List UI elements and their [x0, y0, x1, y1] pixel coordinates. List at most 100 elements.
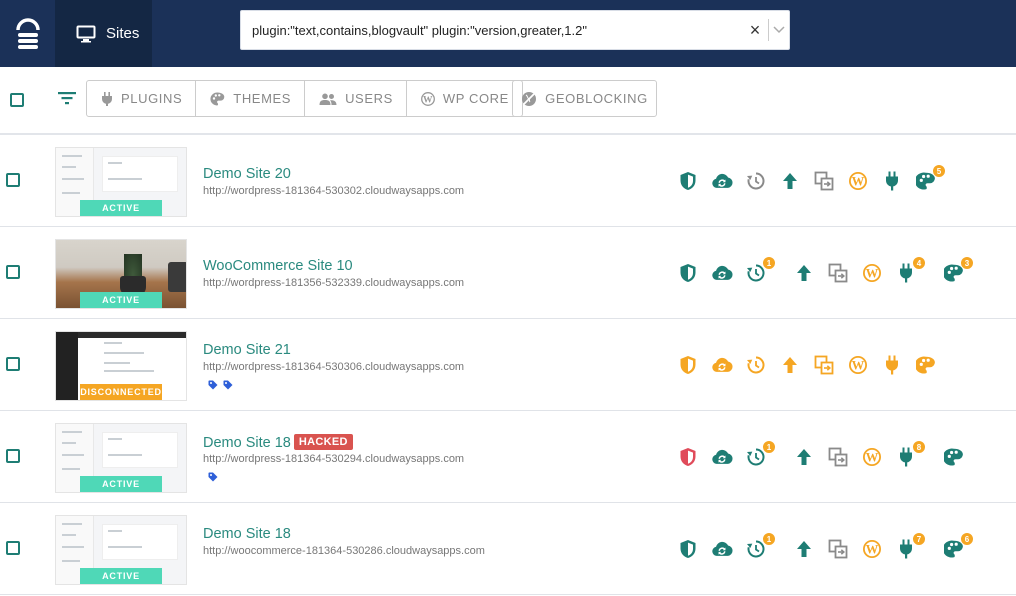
wp-core-filter-button[interactable]: W WP CORE [407, 81, 522, 116]
palette-icon[interactable]: 6 [943, 532, 974, 560]
cloud-sync-icon[interactable] [711, 446, 733, 468]
plug-icon[interactable] [881, 354, 903, 376]
globe-block-icon [522, 91, 537, 106]
site-row[interactable]: ACTIVE Demo Site 18 http://woocommerce-1… [0, 503, 1016, 595]
site-thumbnail[interactable]: DISCONNECTED [55, 331, 187, 401]
users-filter-button[interactable]: USERS [305, 81, 407, 116]
sites-tab[interactable]: Sites [55, 0, 152, 67]
geoblocking-button[interactable]: GEOBLOCKING [512, 80, 657, 117]
clock-icon[interactable] [745, 170, 767, 192]
site-title[interactable]: Demo Site 18 [203, 526, 291, 542]
select-all-checkbox[interactable] [10, 93, 24, 107]
shield-icon[interactable] [677, 354, 699, 376]
cloud-sync-icon[interactable] [711, 262, 733, 284]
arrow-up-icon[interactable] [779, 170, 801, 192]
site-name[interactable]: Demo Site 18 [203, 435, 291, 451]
filter-icon[interactable] [57, 90, 77, 106]
site-url[interactable]: http://wordpress-181364-530294.cloudways… [203, 453, 464, 465]
count-badge: 1 [762, 532, 776, 546]
staging-icon[interactable] [827, 262, 849, 284]
site-name[interactable]: WooCommerce Site 10 [203, 258, 353, 274]
site-row[interactable]: ACTIVE Demo Site 20 http://wordpress-181… [0, 135, 1016, 227]
palette-icon[interactable] [915, 354, 937, 376]
wordpress-icon[interactable]: W [847, 170, 869, 192]
arrow-up-icon[interactable] [793, 538, 815, 560]
tag-icon[interactable] [223, 380, 233, 390]
clock-icon[interactable]: 1 [745, 256, 776, 284]
palette-icon[interactable] [943, 446, 965, 468]
status-badge: ACTIVE [80, 568, 162, 584]
site-thumbnail[interactable]: ACTIVE [55, 239, 187, 309]
site-checkbox[interactable] [6, 449, 20, 463]
wordpress-icon[interactable]: W [847, 354, 869, 376]
site-checkbox[interactable] [6, 357, 20, 371]
site-checkbox[interactable] [6, 173, 20, 187]
palette-icon[interactable]: 3 [943, 256, 974, 284]
cloud-sync-icon[interactable] [711, 170, 733, 192]
count-badge: 7 [912, 532, 926, 546]
cloud-sync-icon[interactable] [711, 538, 733, 560]
site-thumbnail[interactable]: ACTIVE [55, 147, 187, 217]
search-bar[interactable]: plugin:"text,contains,blogvault" plugin:… [240, 10, 790, 50]
site-title[interactable]: Demo Site 20 [203, 166, 291, 182]
top-bar: Sites plugin:"text,contains,blogvault" p… [0, 0, 1016, 67]
svg-text:W: W [866, 266, 879, 280]
site-url[interactable]: http://wordpress-181364-530302.cloudways… [203, 185, 464, 197]
arrow-up-icon[interactable] [793, 446, 815, 468]
site-row[interactable]: ACTIVE Demo Site 18 HACKED http://wordpre… [0, 411, 1016, 503]
staging-icon[interactable] [827, 538, 849, 560]
svg-text:W: W [852, 174, 865, 188]
wordpress-icon[interactable]: W [861, 538, 883, 560]
count-badge: 5 [932, 164, 946, 178]
plugins-filter-button[interactable]: PLUGINS [87, 81, 197, 116]
search-input[interactable]: plugin:"text,contains,blogvault" plugin:… [241, 23, 742, 38]
app-logo[interactable] [0, 0, 55, 67]
site-checkbox[interactable] [6, 265, 20, 279]
clock-icon[interactable]: 1 [745, 440, 776, 468]
clock-icon[interactable] [745, 354, 767, 376]
wordpress-icon[interactable]: W [861, 446, 883, 468]
status-badge: ACTIVE [80, 292, 162, 308]
wordpress-icon[interactable]: W [861, 262, 883, 284]
site-title[interactable]: Demo Site 18 HACKED [203, 434, 353, 451]
site-title[interactable]: Demo Site 21 [203, 342, 291, 358]
site-row[interactable]: DISCONNECTED Demo Site 21 http://wordpre… [0, 319, 1016, 411]
shield-icon[interactable] [677, 170, 699, 192]
shield-icon[interactable] [677, 538, 699, 560]
site-url[interactable]: http://woocommerce-181364-530286.cloudwa… [203, 545, 485, 557]
arrow-up-icon[interactable] [779, 354, 801, 376]
site-url[interactable]: http://wordpress-181364-530306.cloudways… [203, 361, 464, 373]
plug-icon[interactable]: 7 [895, 532, 926, 560]
plug-icon[interactable]: 4 [895, 256, 926, 284]
site-checkbox[interactable] [6, 541, 20, 555]
site-url[interactable]: http://wordpress-181356-532339.cloudways… [203, 277, 464, 289]
site-row[interactable]: ACTIVE WooCommerce Site 10 http://wordpr… [0, 227, 1016, 319]
tag-icon[interactable] [208, 472, 218, 482]
staging-icon[interactable] [813, 354, 835, 376]
site-name[interactable]: Demo Site 21 [203, 342, 291, 358]
svg-text:W: W [866, 542, 879, 556]
plug-icon[interactable] [881, 170, 903, 192]
plug-icon[interactable]: 8 [895, 440, 926, 468]
site-thumbnail[interactable]: ACTIVE [55, 515, 187, 585]
status-badge: DISCONNECTED [80, 384, 162, 400]
sites-tab-label: Sites [106, 25, 140, 42]
filter-button-group: PLUGINS THEMES USERS W WP CORE [86, 80, 523, 117]
plugins-filter-label: PLUGINS [121, 91, 183, 106]
site-title[interactable]: WooCommerce Site 10 [203, 258, 353, 274]
site-name[interactable]: Demo Site 20 [203, 166, 291, 182]
cloud-sync-icon[interactable] [711, 354, 733, 376]
shield-icon[interactable] [677, 262, 699, 284]
themes-filter-button[interactable]: THEMES [196, 81, 306, 116]
shield-icon[interactable] [677, 446, 699, 468]
site-name[interactable]: Demo Site 18 [203, 526, 291, 542]
clear-search-icon[interactable]: × [742, 20, 768, 41]
palette-icon[interactable]: 5 [915, 164, 946, 192]
clock-icon[interactable]: 1 [745, 532, 776, 560]
staging-icon[interactable] [827, 446, 849, 468]
tag-icon[interactable] [208, 380, 218, 390]
chevron-down-icon[interactable] [769, 26, 789, 34]
staging-icon[interactable] [813, 170, 835, 192]
site-thumbnail[interactable]: ACTIVE [55, 423, 187, 493]
arrow-up-icon[interactable] [793, 262, 815, 284]
